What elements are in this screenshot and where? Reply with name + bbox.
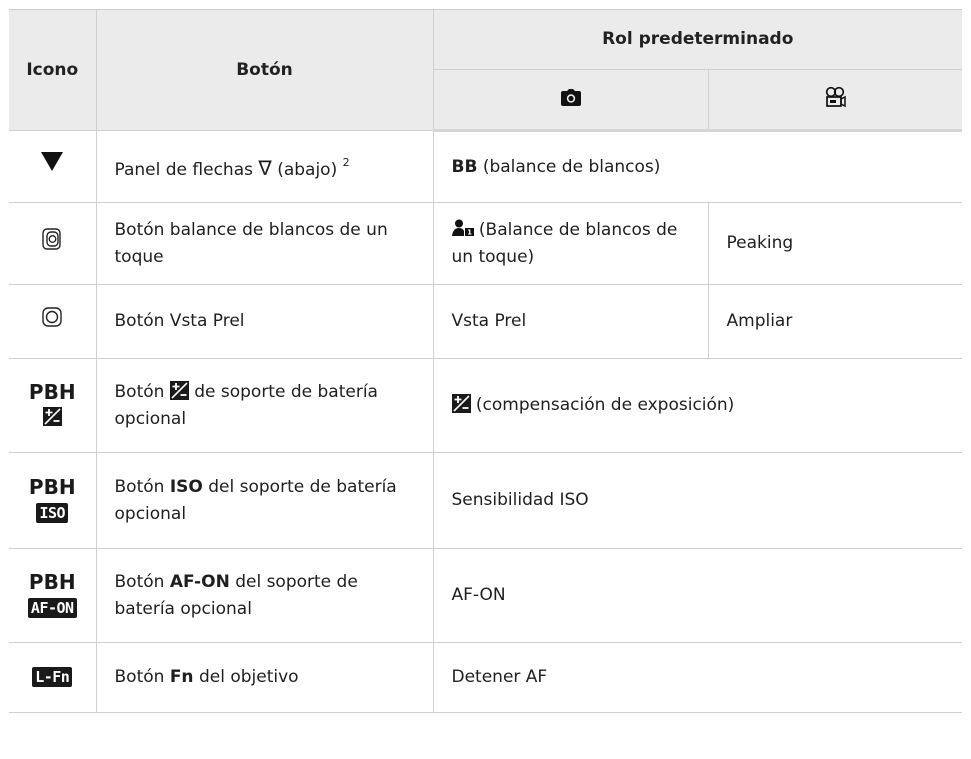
- button-cell: Botón Fn del objetivo: [95, 642, 434, 713]
- row-icon-cell: [9, 130, 97, 203]
- movie-role-cell: Ampliar: [707, 284, 962, 359]
- header-button: Botón: [95, 9, 434, 131]
- table-row: PBH AF-ON Botón AF-ON del soporte de bat…: [9, 548, 962, 643]
- table-row: L-Fn Botón Fn del objetivo Detener AF: [9, 642, 962, 713]
- down-arrow-key-symbol: ∇: [258, 156, 272, 180]
- row-icon-cell: [9, 284, 97, 359]
- role-cell: Sensibilidad ISO: [432, 452, 962, 549]
- movie-role-cell: Peaking: [707, 202, 962, 285]
- table-row: PBH ISO Botón ISO del soporte de batería…: [9, 452, 962, 549]
- header-photo: [433, 69, 709, 132]
- pbh-label: PBH: [28, 380, 76, 404]
- row-icon-cell: [9, 202, 97, 285]
- one-touch-wb-icon: 1: [451, 219, 474, 236]
- down-triangle-icon: [41, 152, 64, 171]
- header-icon: Icono: [9, 9, 97, 131]
- footnote-ref: 2: [342, 156, 350, 169]
- camera-icon: [560, 89, 581, 106]
- role-cell: Detener AF: [432, 642, 962, 713]
- role-cell: (compensación de exposición): [432, 358, 962, 453]
- pbh-label: PBH: [28, 475, 76, 499]
- row-icon-cell: PBH ISO: [9, 452, 97, 549]
- button-cell: Botón Vsta Prel: [95, 284, 434, 359]
- header-default-role: Rol predeterminado: [432, 9, 962, 70]
- one-touch-wb-button-icon: [42, 228, 61, 250]
- photo-role-cell: 1 (Balance de blancos de un toque): [432, 202, 709, 285]
- header-row: Icono Botón Rol predeterminado: [9, 9, 962, 131]
- l-fn-badge: L-Fn: [32, 667, 73, 687]
- table-row: PBH Botón de soporte de batería opcional…: [9, 358, 962, 453]
- row-icon-cell: PBH: [9, 358, 97, 453]
- button-cell: Botón AF-ON del soporte de batería opcio…: [95, 548, 434, 643]
- photo-role-cell: Vsta Prel: [432, 284, 709, 359]
- button-cell: Botón balance de blancos de un toque: [95, 202, 434, 285]
- button-cell: Panel de flechas ∇ (abajo) 2: [95, 130, 434, 203]
- exposure-compensation-icon: [42, 407, 62, 426]
- pbh-label: PBH: [28, 570, 76, 594]
- button-cell: Botón de soporte de batería opcional: [95, 358, 434, 453]
- exposure-compensation-icon: [169, 380, 189, 400]
- iso-badge: ISO: [36, 503, 69, 523]
- table-row: Botón balance de blancos de un toque 1 (…: [9, 202, 962, 285]
- table-row: Botón Vsta Prel Vsta Prel Ampliar: [9, 284, 962, 359]
- button-roles-table: Icono Botón Rol predeterminado Panel de …: [9, 9, 962, 713]
- row-icon-cell: L-Fn: [9, 642, 97, 713]
- preview-button-icon: [42, 307, 62, 327]
- row-icon-cell: PBH AF-ON: [9, 548, 97, 643]
- role-cell: AF-ON: [432, 548, 962, 643]
- movie-camera-icon: [826, 86, 846, 108]
- svg-text:1: 1: [467, 228, 472, 236]
- table-row: Panel de flechas ∇ (abajo) 2 BB (balance…: [9, 130, 962, 203]
- role-cell: BB (balance de blancos): [432, 130, 962, 203]
- exposure-compensation-icon: [451, 394, 471, 413]
- af-on-badge: AF-ON: [27, 598, 77, 618]
- header-movie: [707, 69, 962, 132]
- button-cell: Botón ISO del soporte de batería opciona…: [95, 452, 434, 549]
